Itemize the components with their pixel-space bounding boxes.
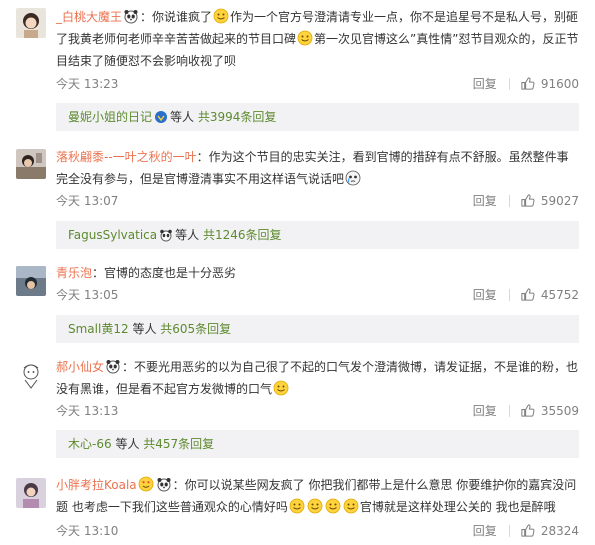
like-count: 35509 — [540, 403, 579, 418]
thread-count-link[interactable]: 共1246条回复 — [203, 228, 282, 242]
smile-emoji-icon — [343, 498, 359, 514]
thumbs-up-icon — [521, 77, 535, 90]
reply-button[interactable]: 回复 — [473, 522, 497, 539]
comment-item: _白桃大魔王 ：你说谁疯了 作为一个官方号澄清请专业一点，你不是追星号不是私人号，别… — [0, 0, 595, 140]
reply-button[interactable]: 回复 — [473, 192, 497, 209]
thread-count-link[interactable]: 共457条回复 — [143, 437, 214, 451]
thread-count-link[interactable]: 共605条回复 — [160, 322, 231, 336]
thread-others-label: 等人 — [170, 110, 195, 124]
panda-emoji-icon — [156, 476, 172, 492]
divider — [508, 77, 510, 90]
reply-button[interactable]: 回复 — [473, 75, 497, 92]
like-button[interactable]: 59027 — [520, 193, 579, 208]
thumbs-up-icon — [521, 404, 535, 417]
username-link[interactable]: 青乐泡 — [56, 266, 92, 280]
like-count: 28324 — [540, 523, 579, 538]
thumbs-up-icon — [521, 524, 535, 537]
like-count: 59027 — [540, 193, 579, 208]
avatar[interactable] — [16, 8, 46, 38]
avatar[interactable] — [16, 478, 46, 508]
thread-username[interactable]: Small黄12 — [68, 322, 129, 336]
avatar[interactable] — [16, 149, 46, 179]
panda-emoji-icon — [159, 228, 173, 242]
avatar[interactable] — [16, 266, 46, 296]
divider — [508, 194, 510, 207]
thread-username[interactable]: 木心-66 — [68, 437, 112, 451]
like-count: 91600 — [540, 76, 579, 91]
smile-emoji-icon — [289, 498, 305, 514]
username-link[interactable]: 落秋翩黍--一叶之秋的一叶 — [56, 150, 197, 164]
cry-emoji-icon — [345, 170, 361, 186]
comment-text: ：你说谁疯了 — [140, 10, 213, 24]
comment-item: 郝小仙女 ：不要光用恶劣的以为自己很了不起的口气发个澄清微博，请发证据，不是谁的粉… — [0, 352, 595, 470]
comment-timestamp: 今天 13:10 — [56, 524, 119, 538]
divider — [508, 524, 510, 537]
panda-emoji-icon — [105, 358, 121, 374]
like-button[interactable]: 28324 — [520, 523, 579, 538]
thread-count-link[interactable]: 共3994条回复 — [198, 110, 277, 124]
smile-emoji-icon — [273, 380, 289, 396]
username-link[interactable]: _白桃大魔王 — [56, 10, 122, 24]
thread-others-label: 等人 — [115, 437, 140, 451]
panda-emoji-icon — [123, 8, 139, 24]
divider — [508, 288, 510, 301]
comment-timestamp: 今天 13:13 — [56, 404, 119, 418]
thumbs-up-icon — [521, 194, 535, 207]
thread-username[interactable]: FagusSylvatica — [68, 228, 157, 242]
like-button[interactable]: 45752 — [520, 287, 579, 302]
comment-item: 青乐泡：官博的态度也是十分恶劣 今天 13:05 回复 45752 Small黄… — [0, 258, 595, 352]
smile-emoji-icon — [213, 8, 229, 24]
username-link[interactable]: 小胖考拉Koala — [56, 478, 137, 492]
comment-text: ：官博的态度也是十分恶劣 — [92, 266, 237, 280]
comment-timestamp: 今天 13:23 — [56, 77, 119, 91]
divider — [508, 404, 510, 417]
comment-item: 落秋翩黍--一叶之秋的一叶：作为这个节目的忠实关注，看到官博的措辞有点不舒服。虽… — [0, 140, 595, 258]
like-button[interactable]: 91600 — [520, 76, 579, 91]
comment-text: ：不要光用恶劣的以为自己很了不起的口气发个澄清微博，请发证据，不是谁的粉，也没有… — [56, 360, 579, 396]
like-count: 45752 — [540, 287, 579, 302]
vip-badge-icon — [154, 110, 168, 124]
reply-thread-summary[interactable]: 木心-66 等人 共457条回复 — [56, 430, 579, 458]
thumbs-up-icon — [521, 288, 535, 301]
reply-thread-summary[interactable]: Small黄12 等人 共605条回复 — [56, 315, 579, 343]
like-button[interactable]: 35509 — [520, 403, 579, 418]
thread-username[interactable]: 曼妮小姐的日记 — [68, 110, 152, 124]
username-link[interactable]: 郝小仙女 — [56, 360, 104, 374]
reply-button[interactable]: 回复 — [473, 402, 497, 419]
comment-item: 小胖考拉Koala ：你可以说某些网友疯了 你把我们都带上是什么意思 你要维护你的… — [0, 470, 595, 545]
thread-others-label: 等人 — [132, 322, 157, 336]
comment-timestamp: 今天 13:05 — [56, 288, 119, 302]
comment-timestamp: 今天 13:07 — [56, 194, 119, 208]
smile-emoji-icon — [325, 498, 341, 514]
reply-thread-summary[interactable]: FagusSylvatica 等人 共1246条回复 — [56, 221, 579, 249]
avatar[interactable] — [16, 360, 46, 390]
reply-thread-summary[interactable]: 曼妮小姐的日记 等人 共3994条回复 — [56, 103, 579, 131]
heart-eyes-emoji-icon — [138, 476, 154, 492]
thread-others-label: 等人 — [175, 228, 200, 242]
smile-emoji-icon — [297, 30, 313, 46]
reply-button[interactable]: 回复 — [473, 286, 497, 303]
comment-text: 官博就是这样处理公关的 我也是醉哦 — [359, 500, 556, 514]
smile-emoji-icon — [307, 498, 323, 514]
